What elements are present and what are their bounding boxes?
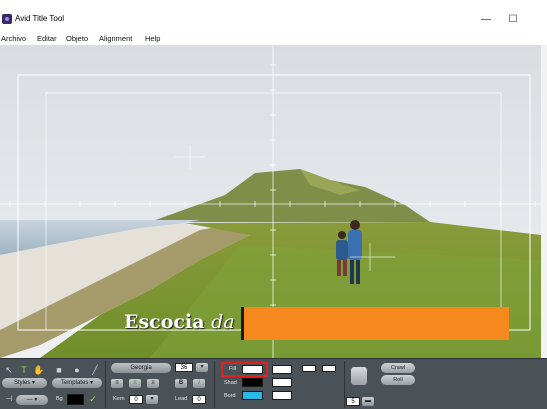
kern-field[interactable]: 0	[129, 395, 143, 404]
kern-dropdown-icon[interactable]: ▾	[146, 395, 158, 404]
lead-label: Lead	[175, 396, 188, 402]
title-text-italic: da	[211, 311, 235, 333]
maximize-button[interactable]: ☐	[504, 13, 522, 27]
bg-picker-icon[interactable]: ✓	[86, 392, 100, 406]
fill-label: Fill	[229, 366, 237, 372]
border-color-swatch[interactable]	[242, 391, 263, 400]
align-left-icon[interactable]: ⊣	[2, 392, 16, 406]
depth-dropdown-icon[interactable]: ▬	[362, 397, 374, 406]
menu-alignment[interactable]: Alignment	[99, 34, 132, 43]
circle-tool-icon[interactable]: ●	[70, 363, 84, 377]
title-text-main: Escocia	[124, 311, 205, 333]
font-selector[interactable]: Georgia	[111, 363, 171, 373]
justify-left-icon[interactable]: ≡	[111, 379, 123, 388]
line-style-selector[interactable]: — ▾	[16, 395, 48, 405]
avid-title-tool-window: Avid Title Tool — ☐ Archivo Editar Objet…	[0, 0, 547, 409]
kern-label: Kern	[113, 396, 125, 402]
person-adult	[348, 230, 362, 260]
roll-button[interactable]: Roll	[381, 375, 415, 385]
person-child	[336, 240, 348, 260]
app-icon	[2, 14, 12, 24]
styles-button[interactable]: Styles ▾	[2, 378, 47, 388]
bord-label: Bord	[224, 393, 236, 399]
justify-right-icon[interactable]: ≡	[147, 379, 159, 388]
text-cursor	[241, 307, 244, 340]
templates-label: Templates	[60, 380, 89, 386]
hand-tool-icon[interactable]: ✋	[32, 363, 46, 377]
bg-color-swatch[interactable]	[67, 394, 84, 405]
window-title: Avid Title Tool	[15, 14, 65, 23]
fill-transparency-swatch[interactable]	[272, 365, 292, 374]
font-size-field[interactable]: 36	[175, 363, 193, 372]
crawl-button[interactable]: Crawl	[381, 363, 415, 373]
vertical-scrollbar[interactable]	[541, 45, 547, 358]
gradient-start-swatch[interactable]	[302, 365, 316, 372]
text-tool-icon[interactable]: T	[17, 363, 31, 377]
menu-editar[interactable]: Editar	[37, 34, 57, 43]
border-transparency-swatch[interactable]	[272, 391, 292, 400]
depth-shadow-icon[interactable]	[351, 367, 367, 385]
bg-label: Bg	[56, 396, 63, 402]
title-canvas[interactable]: Escocia da	[0, 45, 541, 358]
video-frame	[0, 45, 541, 358]
square-tool-icon[interactable]: ■	[52, 363, 66, 377]
menu-bar: Archivo Editar Objeto Alignment Help	[0, 32, 547, 45]
title-text[interactable]: Escocia da	[124, 311, 235, 333]
font-name: Georgia	[130, 365, 152, 371]
menu-help[interactable]: Help	[145, 34, 160, 43]
bold-button[interactable]: B	[175, 379, 187, 388]
italic-button[interactable]: I	[193, 379, 205, 388]
shadow-transparency-swatch[interactable]	[272, 378, 292, 387]
minimize-button[interactable]: —	[477, 13, 495, 27]
templates-button[interactable]: Templates ▾	[52, 378, 102, 388]
gradient-end-swatch[interactable]	[322, 365, 336, 372]
styles-label: Styles	[13, 380, 31, 386]
justify-center-icon[interactable]: ≡	[129, 379, 141, 388]
depth-field[interactable]: 5	[346, 397, 360, 406]
lead-field[interactable]: 0	[192, 395, 206, 404]
selection-tool-icon[interactable]: ↖	[2, 363, 16, 377]
font-size-dropdown-icon[interactable]: ▾	[196, 363, 208, 372]
fill-color-swatch[interactable]	[242, 365, 263, 374]
title-bar: Avid Title Tool — ☐	[0, 0, 547, 32]
shadow-color-swatch[interactable]	[242, 378, 263, 387]
menu-objeto[interactable]: Objeto	[66, 34, 88, 43]
title-background-box[interactable]	[243, 307, 509, 340]
line-tool-icon[interactable]: ╱	[88, 363, 102, 377]
menu-archivo[interactable]: Archivo	[1, 34, 26, 43]
title-toolbar: ↖ T ✋ ■ ● ╱ Styles ▾ Templates ▾ ⊣ — ▾ B…	[0, 358, 547, 409]
shad-label: Shad	[224, 380, 237, 386]
